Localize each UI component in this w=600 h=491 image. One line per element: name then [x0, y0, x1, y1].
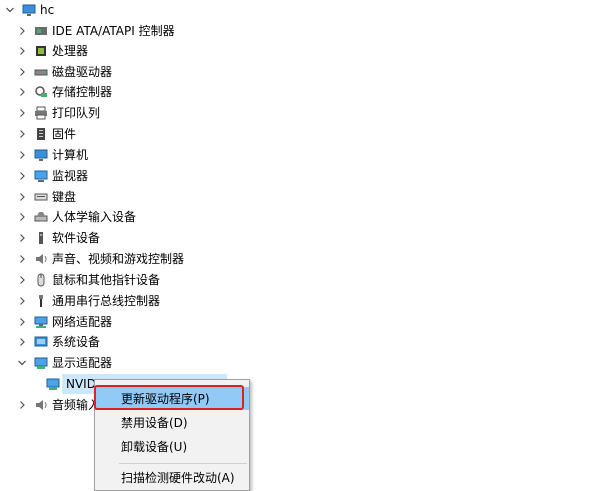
menu-item-label: 卸载设备(U)	[121, 440, 188, 454]
tree-item-computer[interactable]: 计算机	[16, 145, 88, 165]
tree-item-print-queue[interactable]: 打印队列	[16, 103, 100, 123]
storage-controller-icon	[34, 85, 48, 99]
tree-item-label: 声音、视频和游戏控制器	[52, 252, 185, 266]
ide-controller-icon	[34, 24, 48, 38]
menu-separator	[119, 463, 247, 464]
processor-icon	[34, 44, 48, 58]
chevron-right-icon[interactable]	[16, 228, 28, 248]
tree-root[interactable]: hc	[4, 0, 54, 20]
chevron-right-icon[interactable]	[16, 124, 28, 144]
tree-item-label: 键盘	[52, 190, 77, 204]
menu-item-disable-device[interactable]: 禁用设备(D)	[95, 411, 249, 434]
context-menu: 更新驱动程序(P) 禁用设备(D) 卸载设备(U) 扫描检测硬件改动(A)	[94, 379, 250, 491]
audio-input-icon	[34, 398, 48, 412]
chevron-right-icon[interactable]	[16, 332, 28, 352]
chevron-down-icon[interactable]	[16, 353, 28, 373]
menu-item-label: 禁用设备(D)	[121, 416, 188, 430]
tree-item-keyboard[interactable]: 键盘	[16, 187, 76, 207]
chevron-right-icon[interactable]	[16, 249, 28, 269]
firmware-icon	[34, 127, 48, 141]
tree-item-ide[interactable]: IDE ATA/ATAPI 控制器	[16, 21, 175, 41]
keyboard-icon	[34, 190, 48, 204]
tree-item-label: 处理器	[52, 44, 89, 58]
menu-item-update-driver[interactable]: 更新驱动程序(P)	[95, 387, 249, 410]
tree-item-processor[interactable]: 处理器	[16, 41, 88, 61]
tree-item-label: 磁盘驱动器	[52, 65, 113, 79]
chevron-right-icon[interactable]	[16, 62, 28, 82]
tree-item-label: 计算机	[52, 148, 89, 162]
chevron-right-icon[interactable]	[16, 187, 28, 207]
tree-item-label: 固件	[52, 127, 77, 141]
chevron-right-icon[interactable]	[16, 145, 28, 165]
usb-icon	[34, 294, 48, 308]
printer-icon	[34, 106, 48, 120]
menu-item-scan-hardware[interactable]: 扫描检测硬件改动(A)	[95, 466, 249, 489]
tree-item-storage[interactable]: 存储控制器	[16, 82, 112, 102]
system-device-icon	[34, 335, 48, 349]
tree-item-mouse[interactable]: 鼠标和其他指针设备	[16, 270, 160, 290]
chevron-right-icon[interactable]	[16, 21, 28, 41]
tree-item-label: 软件设备	[52, 231, 101, 245]
menu-item-uninstall-device[interactable]: 卸载设备(U)	[95, 435, 249, 458]
chevron-right-icon[interactable]	[16, 41, 28, 61]
network-adapter-icon	[34, 315, 48, 329]
tree-item-label: 通用串行总线控制器	[52, 294, 161, 308]
menu-item-label: 更新驱动程序(P)	[121, 392, 210, 406]
tree-item-software-device[interactable]: 软件设备	[16, 228, 100, 248]
disk-drive-icon	[34, 65, 48, 79]
tree-item-monitor[interactable]: 监视器	[16, 166, 88, 186]
chevron-right-icon[interactable]	[16, 312, 28, 332]
tree-item-label: 网络适配器	[52, 315, 113, 329]
chevron-down-icon[interactable]	[4, 0, 16, 20]
chevron-right-icon[interactable]	[16, 291, 28, 311]
tree-item-label: 人体学输入设备	[52, 210, 137, 224]
tree-item-label: 鼠标和其他指针设备	[52, 273, 161, 287]
tree-item-usb[interactable]: 通用串行总线控制器	[16, 291, 160, 311]
chevron-right-icon[interactable]	[16, 103, 28, 123]
software-device-icon	[34, 231, 48, 245]
tree-item-display-adapter[interactable]: 显示适配器	[16, 353, 112, 373]
tree-item-label: 监视器	[52, 169, 89, 183]
tree-item-disk-drive[interactable]: 磁盘驱动器	[16, 62, 112, 82]
chevron-right-icon[interactable]	[16, 207, 28, 227]
tree-item-sound[interactable]: 声音、视频和游戏控制器	[16, 249, 184, 269]
chevron-right-icon[interactable]	[16, 395, 28, 415]
tree-item-firmware[interactable]: 固件	[16, 124, 76, 144]
speaker-icon	[34, 252, 48, 266]
monitor-icon	[34, 169, 48, 183]
tree-item-label: 显示适配器	[52, 356, 113, 370]
mouse-icon	[34, 273, 48, 287]
hid-icon	[34, 210, 48, 224]
chevron-right-icon[interactable]	[16, 166, 28, 186]
computer-icon	[22, 3, 36, 17]
tree-item-system-device[interactable]: 系统设备	[16, 332, 100, 352]
display-adapter-icon	[46, 377, 60, 391]
tree-item-label: 打印队列	[52, 106, 101, 120]
tree-item-network[interactable]: 网络适配器	[16, 312, 112, 332]
tree-item-label: 系统设备	[52, 335, 101, 349]
chevron-right-icon[interactable]	[16, 82, 28, 102]
tree-root-label: hc	[40, 3, 55, 17]
chevron-right-icon[interactable]	[16, 270, 28, 290]
tree-item-hid[interactable]: 人体学输入设备	[16, 207, 136, 227]
menu-item-label: 扫描检测硬件改动(A)	[121, 471, 235, 485]
computer-icon	[34, 148, 48, 162]
tree-item-label: IDE ATA/ATAPI 控制器	[52, 24, 175, 38]
tree-item-label: 存储控制器	[52, 85, 113, 99]
display-adapter-icon	[34, 356, 48, 370]
